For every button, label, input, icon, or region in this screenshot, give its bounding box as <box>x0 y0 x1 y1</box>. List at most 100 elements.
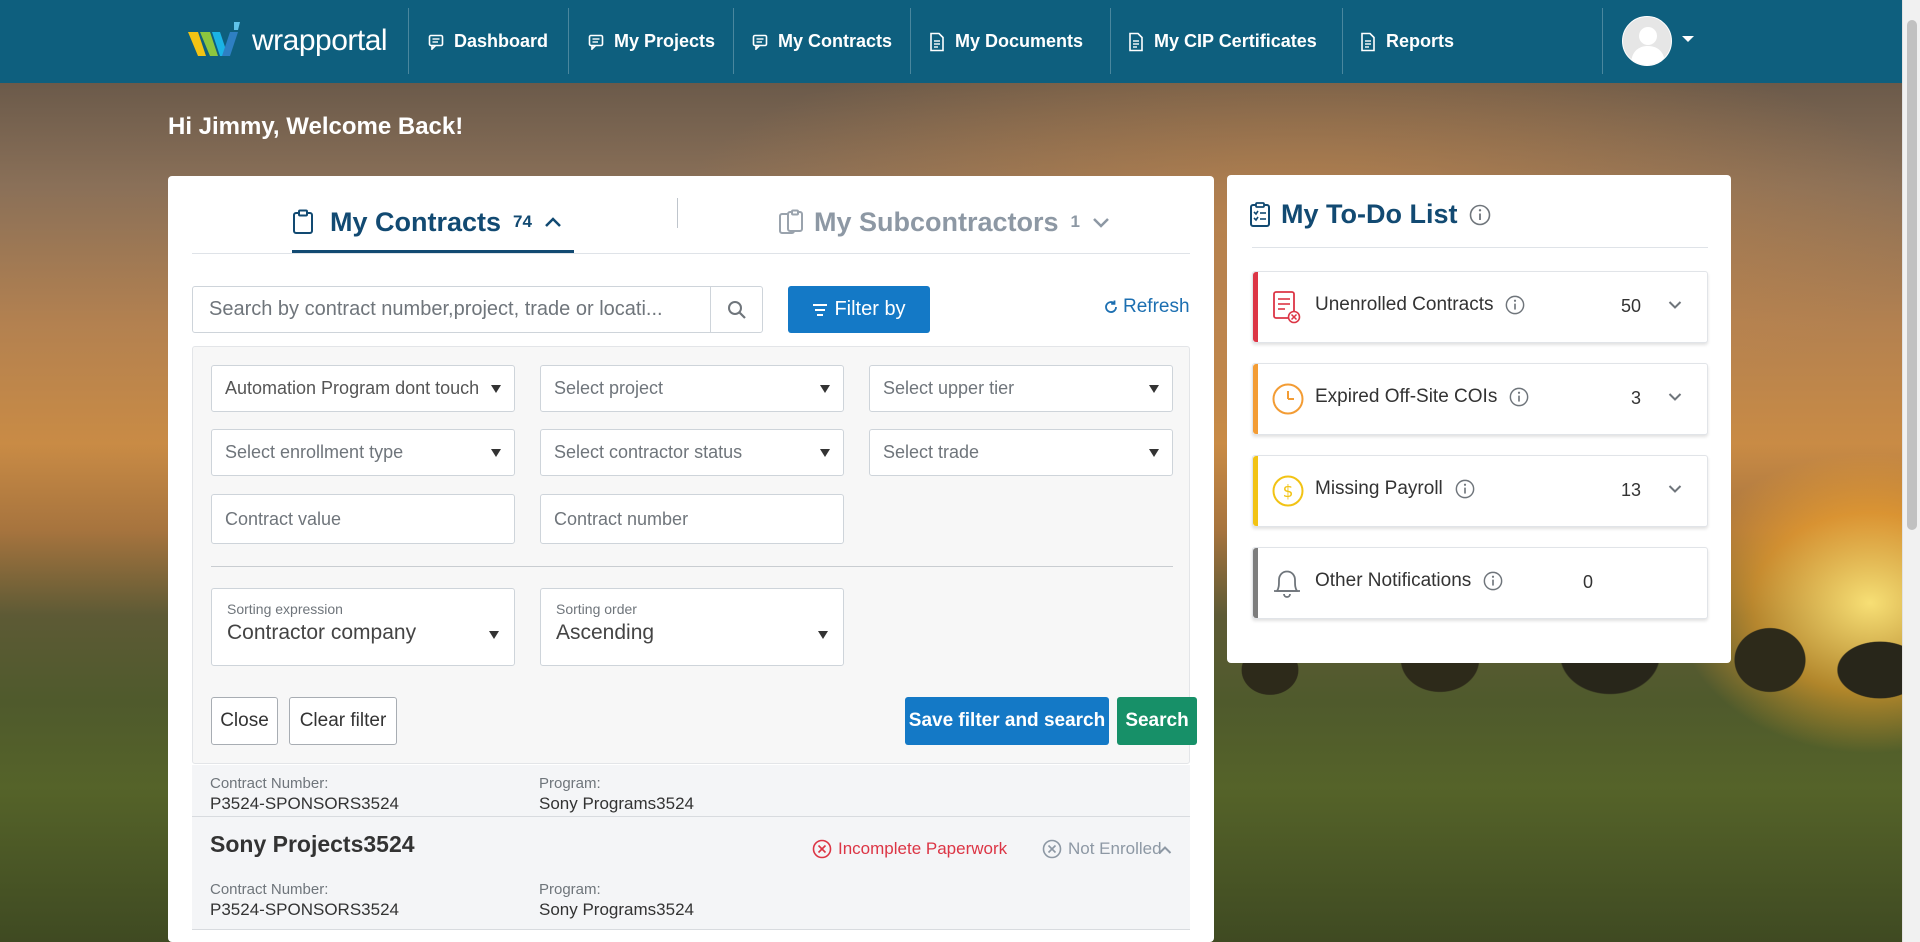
program-select[interactable]: Automation Program dont touch <box>211 365 515 412</box>
contract-number-label: Contract Number: <box>210 881 329 898</box>
nav-my-documents[interactable]: My Documents <box>929 0 1083 83</box>
todo-item-expired-offsite-cois[interactable]: Expired Off-Site COIs 3 <box>1252 363 1708 435</box>
chevron-down-icon <box>1093 218 1109 228</box>
wrapportal-logo[interactable]: wrapportal <box>188 20 388 62</box>
contract-number-placeholder: Contract number <box>554 508 689 529</box>
chevron-down-icon[interactable] <box>1668 300 1682 310</box>
nav-my-cip-certificates[interactable]: My CIP Certificates <box>1128 0 1317 83</box>
chevron-down-icon[interactable] <box>1668 392 1682 402</box>
save-filter-and-search-button[interactable]: Save filter and search <box>905 697 1109 745</box>
todo-item-count: 0 <box>1582 572 1593 592</box>
dropdown-arrow-icon <box>489 631 499 639</box>
todo-item-other-notifications[interactable]: Other Notifications 0 <box>1252 547 1708 619</box>
nav-reports[interactable]: Reports <box>1360 0 1454 83</box>
nav-my-contracts-label: My Contracts <box>778 31 893 51</box>
contract-number-label: Contract Number: <box>210 775 329 792</box>
program-select-value: Automation Program dont touch <box>225 378 480 398</box>
contractor-status-select[interactable]: Select contractor status <box>540 429 844 476</box>
comment-icon <box>428 34 444 50</box>
scrollbar-thumb[interactable] <box>1907 20 1917 530</box>
upper-tier-select-value: Select upper tier <box>883 378 1015 398</box>
dropdown-arrow-icon <box>820 384 830 393</box>
nav-divider <box>733 8 734 74</box>
tab-my-subcontractors[interactable]: My Subcontractors 1 <box>778 192 1110 252</box>
todo-item-accent-bar <box>1253 456 1258 526</box>
comment-icon <box>752 34 768 50</box>
program-label: Program: <box>539 775 601 792</box>
todo-item-accent-bar <box>1253 364 1258 434</box>
nav-my-contracts[interactable]: My Contracts <box>752 0 892 83</box>
logo-text-portal: portal <box>315 24 388 57</box>
trade-select-value: Select trade <box>883 442 980 462</box>
tab-baseline <box>192 253 1190 254</box>
todo-item-name: Missing Payroll <box>1315 478 1475 500</box>
document-icon <box>930 32 944 51</box>
document-icon <box>1361 32 1375 51</box>
nav-reports-label: Reports <box>1386 31 1455 51</box>
todo-item-count: 3 <box>1630 388 1641 408</box>
user-silhouette-icon <box>1631 27 1665 65</box>
search-button-green[interactable]: Search <box>1117 697 1197 745</box>
trade-select[interactable]: Select trade <box>869 429 1173 476</box>
nav-divider <box>1342 8 1343 74</box>
checklist-icon <box>1250 201 1270 227</box>
nav-divider <box>568 8 569 74</box>
info-icon[interactable] <box>1505 295 1525 315</box>
chevron-down-icon[interactable] <box>1668 484 1682 494</box>
nav-dashboard-label: Dashboard <box>454 31 549 51</box>
contract-row[interactable]: Contract Number: P3524-SPONSORS3524 Prog… <box>192 765 1190 817</box>
refresh-icon <box>1105 300 1117 313</box>
contract-search-input[interactable] <box>193 287 710 332</box>
wrapportal-logo-text: wrapportal <box>252 24 388 58</box>
refresh-link[interactable]: Refresh <box>1104 296 1190 318</box>
user-avatar[interactable] <box>1622 16 1672 66</box>
sorting-order-select[interactable]: Sorting order Ascending <box>540 588 844 666</box>
upper-tier-select[interactable]: Select upper tier <box>869 365 1173 412</box>
contract-number-field[interactable]: Contract number <box>540 494 844 544</box>
todo-item-missing-payroll[interactable]: $ Missing Payroll 13 <box>1252 455 1708 527</box>
program-value: Sony Programs3524 <box>539 794 694 813</box>
tab-separator <box>677 198 678 228</box>
info-icon[interactable] <box>1483 571 1503 591</box>
chevron-up-icon[interactable] <box>1158 845 1172 855</box>
filter-by-label: Filter by <box>834 298 906 320</box>
contract-value-field[interactable]: Contract value <box>211 494 515 544</box>
comment-icon <box>588 34 604 50</box>
clear-filter-button[interactable]: Clear filter <box>289 697 397 745</box>
todo-divider <box>1252 247 1708 248</box>
todo-item-label: Unenrolled Contracts <box>1315 294 1494 315</box>
refresh-label: Refresh <box>1123 296 1190 317</box>
user-menu-caret-icon[interactable] <box>1682 36 1694 42</box>
contract-row[interactable]: Sony Projects3524 Incomplete Paperwork N… <box>192 817 1190 930</box>
page-scrollbar[interactable] <box>1902 0 1920 942</box>
info-icon[interactable] <box>1469 204 1491 226</box>
close-button[interactable]: Close <box>211 697 278 745</box>
nav-my-projects[interactable]: My Projects <box>588 0 715 83</box>
info-icon[interactable] <box>1455 479 1475 499</box>
wrapportal-logo-mark <box>188 22 240 56</box>
todo-item-unenrolled-contracts[interactable]: Unenrolled Contracts 50 <box>1252 271 1708 343</box>
todo-card: My To-Do List Unenrolled Contracts 50 Ex… <box>1227 175 1731 663</box>
project-select-value: Select project <box>554 378 664 398</box>
contracts-card: My Contracts 74 My Subcontractors 1 Filt… <box>168 176 1214 942</box>
tab-my-contracts-count: 74 <box>513 212 532 231</box>
nav-my-projects-label: My Projects <box>614 31 716 51</box>
logo-text-wrap: wrap <box>252 24 316 57</box>
svg-text:$: $ <box>1283 482 1294 502</box>
search-button[interactable] <box>710 287 762 332</box>
contract-row-title: Sony Projects3524 <box>210 831 415 857</box>
chevron-up-icon <box>545 217 561 227</box>
info-icon[interactable] <box>1509 387 1529 407</box>
todo-item-count: 13 <box>1620 480 1641 500</box>
filter-by-button[interactable]: Filter by <box>788 286 930 333</box>
sorting-order-value: Ascending <box>556 621 655 644</box>
program-label: Program: <box>539 881 601 898</box>
contractor-status-select-value: Select contractor status <box>554 442 743 462</box>
filter-divider <box>211 566 1173 567</box>
sorting-expression-select[interactable]: Sorting expression Contractor company <box>211 588 515 666</box>
nav-dashboard[interactable]: Dashboard <box>428 0 548 83</box>
tab-my-contracts[interactable]: My Contracts 74 <box>292 192 562 252</box>
enrollment-type-select[interactable]: Select enrollment type <box>211 429 515 476</box>
unenrolled-contract-icon <box>1273 291 1301 324</box>
project-select[interactable]: Select project <box>540 365 844 412</box>
